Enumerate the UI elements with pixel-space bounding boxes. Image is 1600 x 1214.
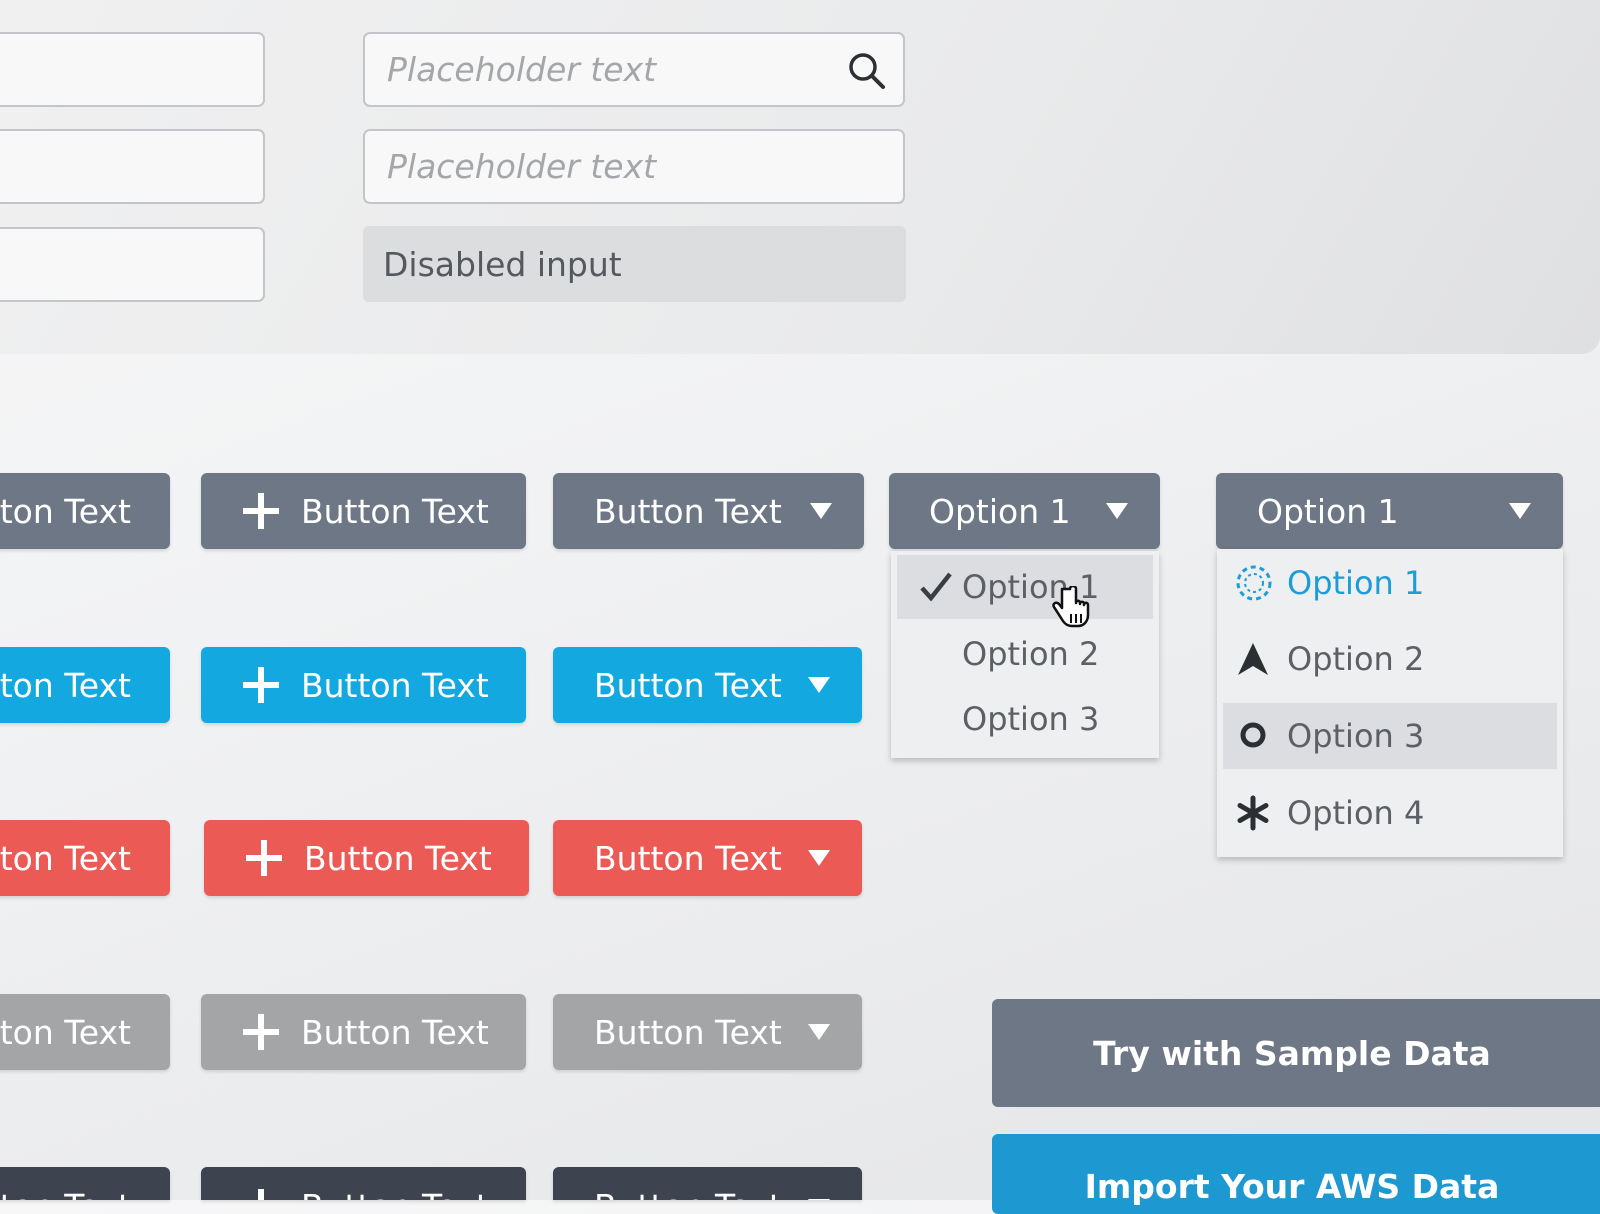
caret-down-icon [807,1024,830,1040]
button-label: Button Text [594,1187,782,1200]
red-dropdown-button[interactable]: Button Text [553,820,862,896]
option-label: Option 2 [962,635,1100,673]
search-placeholder: Placeholder text [387,50,657,89]
asterisk-icon [1237,795,1269,831]
dark-button[interactable]: Button Text [0,1167,170,1200]
menu-option-4[interactable]: Option 4 [1217,781,1563,845]
caret-down-icon [1508,503,1531,519]
gray-button[interactable]: Button Text [0,473,170,549]
light-gray-dropdown-button[interactable]: Button Text [553,994,862,1070]
option-label: Option 3 [962,700,1100,738]
blue-dropdown-button[interactable]: Button Text [553,647,862,723]
caret-down-icon [809,503,832,519]
button-label: Button Text [0,665,131,705]
gray-add-button[interactable]: Button Text [201,473,526,549]
select-value: Option 1 [1257,491,1399,531]
gray-dropdown-button[interactable]: Button Text [553,473,864,549]
button-label: Try with Sample Data [1093,1033,1491,1073]
button-label: Button Text [594,665,782,705]
button-label: Button Text [0,838,131,878]
text-input-1[interactable] [0,32,265,107]
plus-icon [243,1014,279,1050]
menu-option-2[interactable]: Option 2 [891,622,1159,686]
try-sample-data-button[interactable]: Try with Sample Data [992,999,1600,1107]
dropdown-menu-b: Option 1 Option 2 Option 3 Option 4 [1217,549,1563,857]
text-input-3[interactable] [0,227,265,302]
red-button[interactable]: Button Text [0,820,170,896]
search-input[interactable]: Placeholder text [363,32,905,107]
option-label: Option 1 [1287,564,1425,602]
disabled-input: Disabled input [363,226,906,302]
dark-add-button[interactable]: Button Text [201,1167,526,1200]
plus-icon [243,493,279,529]
button-label: Button Text [594,491,782,531]
menu-option-1[interactable]: Option 1 [1217,551,1563,615]
hand-cursor-icon [1052,586,1090,628]
blue-add-button[interactable]: Button Text [201,647,526,723]
button-label: Button Text [594,838,782,878]
caret-down-icon [807,850,830,866]
option-label: Option 3 [1287,717,1425,755]
button-label: Button Text [0,1187,131,1200]
button-label: Import Your AWS Data [1084,1167,1500,1206]
plus-icon [258,1189,264,1200]
option-label: Option 2 [1287,640,1425,678]
plus-icon [243,667,279,703]
plus-icon [246,840,282,876]
menu-option-2[interactable]: Option 2 [1217,627,1563,691]
menu-option-3[interactable]: Option 3 [1223,703,1557,769]
menu-option-3[interactable]: Option 3 [891,687,1159,751]
button-label: Button Text [0,1012,131,1052]
menu-option-1[interactable]: Option 1 [897,555,1153,619]
button-label: Button Text [594,1012,782,1052]
text-input-2[interactable] [0,129,265,204]
select-value: Option 1 [929,491,1071,531]
caret-down-icon [1105,503,1128,519]
caret-down-icon [807,677,830,693]
light-gray-add-button[interactable]: Button Text [201,994,526,1070]
option-select-b[interactable]: Option 1 [1216,473,1563,549]
button-label: Button Text [301,1187,489,1200]
import-aws-data-button[interactable]: Import Your AWS Data [992,1134,1600,1214]
dropdown-menu-a: Option 1 Option 2 Option 3 [891,551,1159,758]
button-label: Button Text [301,665,489,705]
input-placeholder: Placeholder text [387,147,657,186]
navigation-arrow-icon [1238,643,1268,675]
button-label: Button Text [301,491,489,531]
button-label: Button Text [301,1012,489,1052]
disabled-input-value: Disabled input [383,244,622,284]
red-add-button[interactable]: Button Text [204,820,529,896]
checkmark-icon [920,572,952,602]
option-select-a[interactable]: Option 1 [889,473,1160,549]
blue-button[interactable]: Button Text [0,647,170,723]
search-icon[interactable] [845,49,889,93]
dashed-circle-icon [1236,565,1272,601]
dark-dropdown-button[interactable]: Button Text [553,1167,862,1200]
option-label: Option 4 [1287,794,1425,832]
ring-icon [1240,722,1266,748]
light-gray-button[interactable]: Button Text [0,994,170,1070]
button-label: Button Text [0,491,131,531]
button-label: Button Text [304,838,492,878]
placeholder-input[interactable]: Placeholder text [363,129,905,204]
